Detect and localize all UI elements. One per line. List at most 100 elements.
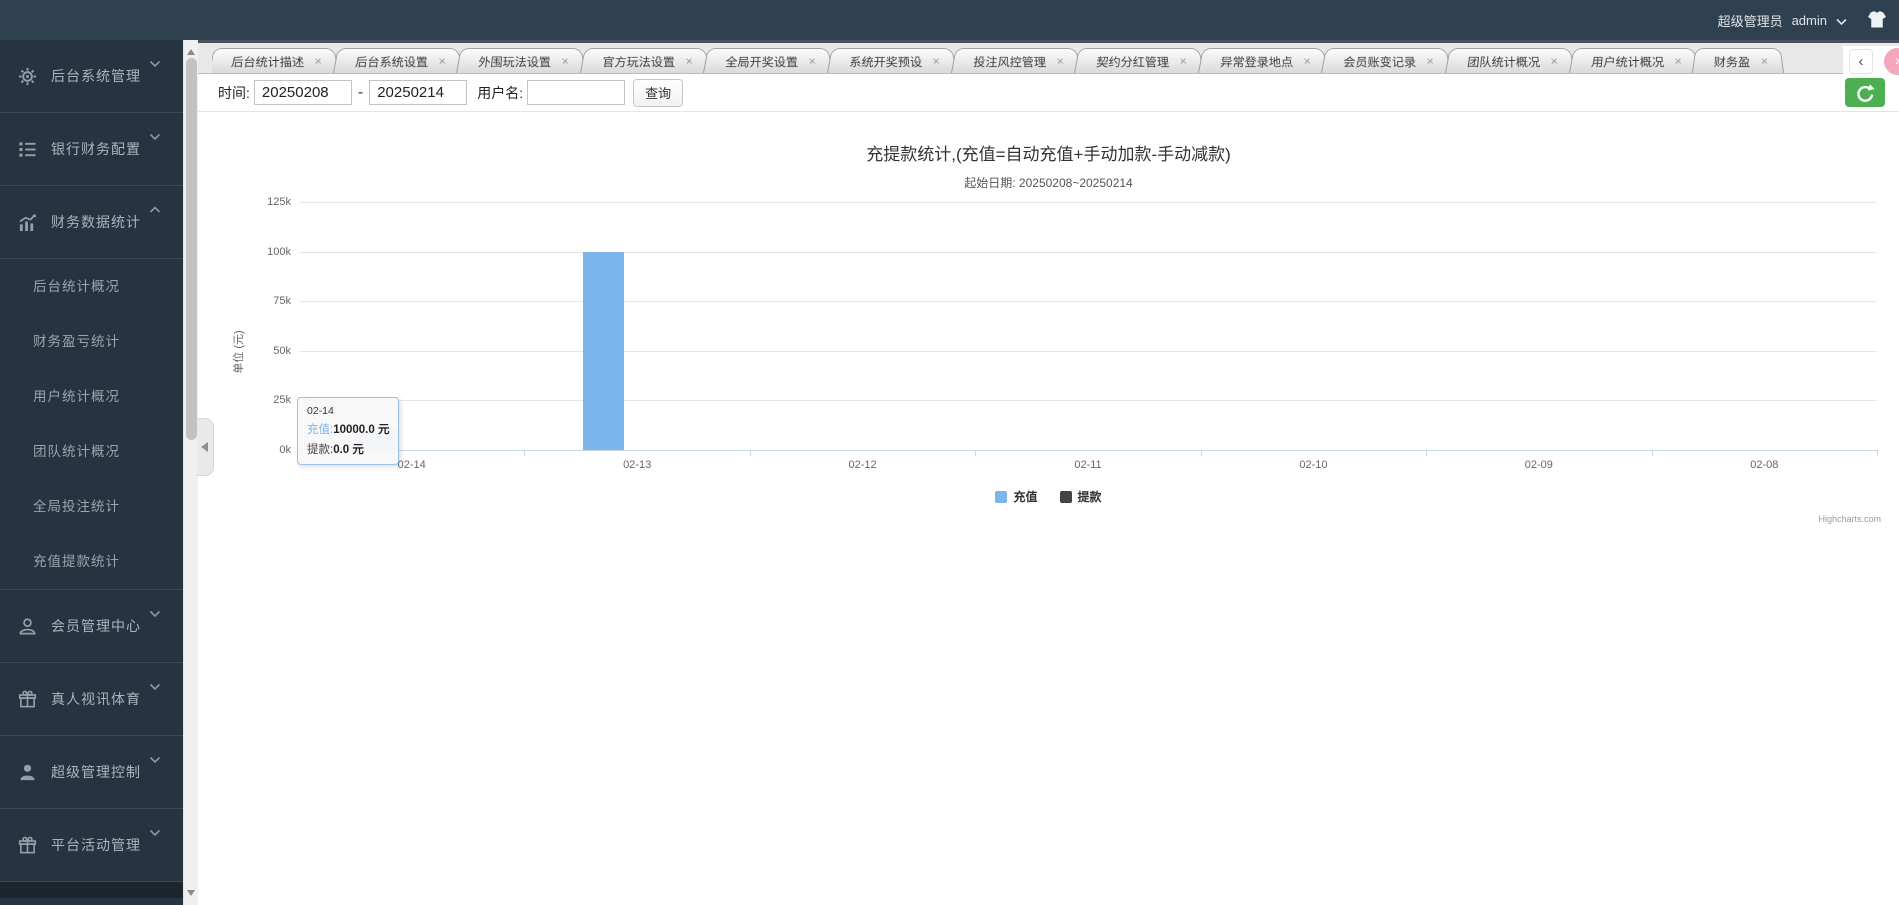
date-to-input[interactable] bbox=[369, 80, 468, 105]
refresh-button[interactable] bbox=[1845, 78, 1885, 107]
x-axis-tick bbox=[1877, 450, 1878, 456]
sidebar-item[interactable]: 平台活动管理 bbox=[0, 809, 183, 882]
scroll-down-arrow-icon[interactable] bbox=[187, 890, 195, 900]
top-header: 超级管理员 admin bbox=[0, 0, 1899, 40]
user-icon bbox=[18, 617, 37, 636]
sidebar-item[interactable]: 财务数据统计 bbox=[0, 186, 183, 259]
tab-label: 异常登录地点 bbox=[1219, 55, 1294, 69]
search-button[interactable]: 查询 bbox=[633, 78, 684, 107]
scroll-up-arrow-icon[interactable] bbox=[187, 45, 195, 55]
tooltip-date: 02-14 bbox=[307, 405, 334, 417]
tab-close-icon[interactable]: × bbox=[1303, 54, 1312, 68]
tab[interactable]: 官方玩法设置 × bbox=[579, 48, 710, 73]
legend-item[interactable]: 提款 bbox=[1059, 488, 1102, 505]
y-axis-tick-label: 100k bbox=[267, 245, 291, 258]
tab[interactable]: 异常登录地点 × bbox=[1197, 48, 1328, 73]
tab-close-icon[interactable]: × bbox=[932, 54, 941, 68]
sidebar-item-label: 会员管理中心 bbox=[51, 618, 141, 634]
tab[interactable]: 会员账变记录 × bbox=[1321, 48, 1452, 73]
chart-icon bbox=[18, 213, 37, 232]
chart-bar[interactable] bbox=[583, 251, 624, 450]
main-content: 后台统计描述 × 后台系统设置 × 外围玩法设置 × 官方玩法设置 × 全局开奖设置 × 系统开奖预… bbox=[198, 40, 1899, 905]
tab-label: 投注风控管理 bbox=[972, 55, 1047, 69]
sidebar-item-label: 超级管理控制 bbox=[51, 764, 141, 780]
tab-label: 会员账变记录 bbox=[1343, 55, 1418, 69]
tab-scroll-left-button[interactable]: ‹ bbox=[1849, 49, 1873, 74]
tab[interactable]: 后台统计描述 × bbox=[212, 48, 339, 73]
tab-close-icon[interactable]: × bbox=[1426, 54, 1435, 68]
tab-label: 后台统计描述 bbox=[230, 55, 305, 69]
sidebar-item-label: 真人视讯体育 bbox=[51, 691, 141, 707]
sidebar-item[interactable]: 会员管理中心 bbox=[0, 590, 183, 663]
sidebar-collapse-handle[interactable] bbox=[197, 418, 214, 476]
tab-close-icon[interactable]: × bbox=[314, 54, 323, 68]
refresh-icon bbox=[1857, 83, 1875, 102]
tab[interactable]: 后台系统设置 × bbox=[332, 48, 463, 73]
tab[interactable]: 投注风控管理 × bbox=[950, 48, 1081, 73]
sidebar-item[interactable]: 超级管理控制 bbox=[0, 736, 183, 809]
username-input[interactable] bbox=[527, 80, 626, 105]
gift-icon bbox=[18, 836, 37, 855]
sidebar-item[interactable]: 真人视讯体育 bbox=[0, 663, 183, 736]
tab-scroll-right-button[interactable]: › bbox=[1884, 48, 1899, 75]
tab-close-icon[interactable]: × bbox=[1550, 54, 1559, 68]
sidebar-subitem[interactable]: 充值提款统计 bbox=[0, 534, 183, 589]
tab-close-icon[interactable]: × bbox=[1055, 54, 1064, 68]
sidebar-item[interactable]: 后台系统管理 bbox=[0, 40, 183, 113]
sidebar-subitem[interactable]: 团队统计概况 bbox=[0, 424, 183, 479]
tab-label: 全局开奖设置 bbox=[725, 55, 800, 69]
chart-container: 充提款统计,(充值=自动充值+手动加款-手动减款) 起始日期: 20250208… bbox=[198, 112, 1899, 905]
tab[interactable]: 全局开奖设置 × bbox=[703, 48, 834, 73]
tab-bar: 后台统计描述 × 后台系统设置 × 外围玩法设置 × 官方玩法设置 × 全局开奖设置 × 系统开奖预… bbox=[198, 40, 1899, 77]
chevron-down-icon bbox=[149, 605, 161, 623]
tab[interactable]: 外围玩法设置 × bbox=[456, 48, 586, 73]
x-axis-tick bbox=[749, 450, 751, 456]
tab[interactable]: 系统开奖预设 × bbox=[827, 48, 957, 73]
admin-user-icon bbox=[18, 763, 37, 782]
tooltip-value: 10000.0 元 bbox=[333, 424, 390, 436]
tab-label: 用户统计概况 bbox=[1590, 55, 1665, 69]
date-from-input[interactable] bbox=[253, 80, 352, 105]
scrollbar-thumb[interactable] bbox=[186, 58, 197, 440]
sidebar-subitem[interactable]: 全局投注统计 bbox=[0, 479, 183, 534]
tab-close-icon[interactable]: × bbox=[1673, 54, 1682, 68]
user-menu[interactable]: 超级管理员 admin bbox=[1718, 0, 1847, 40]
legend-item[interactable]: 充值 bbox=[995, 488, 1038, 505]
chevron-down-icon bbox=[149, 751, 161, 769]
tab[interactable]: 契约分红管理 × bbox=[1074, 48, 1204, 73]
tab-close-icon[interactable]: × bbox=[684, 54, 693, 68]
gridline bbox=[299, 400, 1877, 402]
gear-icon bbox=[18, 67, 37, 86]
gift-icon bbox=[18, 690, 37, 709]
chevron-down-icon bbox=[149, 824, 161, 842]
chevron-down-icon bbox=[149, 55, 161, 73]
tab[interactable]: 财务盈 × bbox=[1692, 48, 1785, 73]
vertical-scrollbar[interactable] bbox=[183, 40, 198, 905]
tab-close-icon[interactable]: × bbox=[808, 54, 817, 68]
filter-bar: 时间: - 用户名: 查询 bbox=[198, 74, 1899, 112]
sidebar-item[interactable]: 银行财务配置 bbox=[0, 113, 183, 186]
sidebar-item-label: 财务数据统计 bbox=[51, 214, 141, 230]
legend-label: 充值 bbox=[1013, 490, 1038, 504]
tooltip-value: 0.0 元 bbox=[333, 444, 364, 456]
tab-close-icon[interactable]: × bbox=[561, 54, 570, 68]
tab-close-icon[interactable]: × bbox=[437, 54, 446, 68]
tab[interactable]: 团队统计概况 × bbox=[1445, 48, 1575, 73]
y-axis-tick-label: 75k bbox=[273, 295, 291, 308]
sidebar-subitem[interactable]: 用户统计概况 bbox=[0, 369, 183, 424]
sidebar-subitem[interactable]: 后台统计概况 bbox=[0, 259, 183, 314]
username-label: 用户名: bbox=[477, 84, 524, 101]
tab-close-icon[interactable]: × bbox=[1179, 54, 1188, 68]
x-axis-label: 02-13 bbox=[623, 459, 652, 471]
legend-swatch bbox=[1059, 490, 1072, 503]
x-axis-tick bbox=[975, 450, 977, 456]
chart-tooltip: 02-14 充值:10000.0 元 提款:0.0 元 bbox=[297, 397, 399, 465]
gridline bbox=[299, 251, 1877, 253]
highcharts-credit[interactable]: Highcharts.com bbox=[1818, 514, 1881, 524]
tab[interactable]: 用户统计概况 × bbox=[1568, 48, 1699, 73]
legend-label: 提款 bbox=[1077, 490, 1102, 504]
x-axis-tick bbox=[1426, 450, 1428, 456]
tab-close-icon[interactable]: × bbox=[1761, 54, 1769, 68]
sidebar-subitem[interactable]: 财务盈亏统计 bbox=[0, 314, 183, 369]
theme-shirt-icon[interactable] bbox=[1867, 10, 1887, 30]
